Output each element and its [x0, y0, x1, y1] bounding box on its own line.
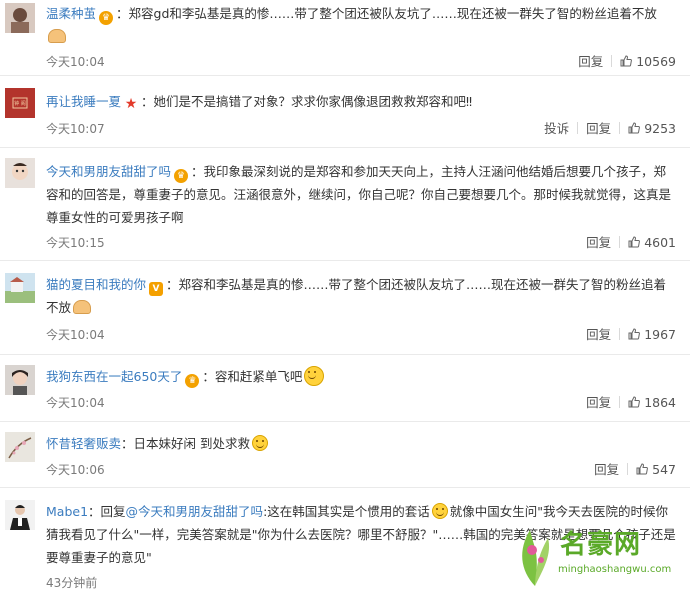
smile-emoji-icon — [304, 366, 325, 386]
comment-item: 我狗东西在一起650天了 ♛ ：容和赶紧单飞吧 今天10:04 回复 1864 — [0, 355, 690, 422]
thumbs-up-icon — [620, 55, 633, 67]
comment-actions: 投诉 回复 9253 — [536, 118, 676, 140]
avatar[interactable] — [5, 432, 35, 462]
avatar[interactable] — [5, 158, 35, 188]
comment-text: ：日本妹好闲 到处求救 — [121, 436, 250, 451]
smirk-emoji-icon — [431, 503, 448, 519]
comment-text-line: 猫的夏目和我的你 V ：郑容和李弘基是真的惨……带了整个团还被队友坑了……现在还被一… — [46, 273, 676, 319]
comment-meta: 今天10:15 回复 4601 — [46, 232, 676, 254]
reply-mention-link[interactable]: @今天和男朋友甜甜了吗 — [126, 504, 264, 519]
comment-text-line: 再让我睡一夏 ★ ：她们是不是搞错了对象？求求你家偶像退团救救郑容和吧‼ — [46, 90, 676, 113]
watermark-title: 名豪网 — [560, 530, 642, 560]
pray-emoji-icon — [73, 300, 92, 314]
thumbs-up-icon — [628, 122, 641, 134]
like-count: 1967 — [644, 327, 676, 342]
reply-button[interactable]: 回复 — [578, 395, 619, 410]
username-link[interactable]: 我狗东西在一起650天了 — [46, 369, 182, 384]
comment-item: 温柔种茧 ♛ ：郑容gd和李弘基是真的惨……带了整个团还被队友坑了……现在还被一群失… — [0, 0, 690, 76]
comment-item: 猫的夏目和我的你 V ：郑容和李弘基是真的惨……带了整个团还被队友坑了……现在还被一… — [0, 261, 690, 355]
comment-meta: 今天10:07 投诉 回复 9253 — [46, 118, 676, 140]
vip-crown-icon: ♛ — [185, 374, 200, 388]
avatar[interactable]: 钟 阁 — [5, 88, 35, 118]
comment-actions: 回复 1864 — [578, 392, 676, 414]
comment-meta: 今天10:06 回复 547 — [46, 459, 676, 481]
comment-actions: 回复 547 — [586, 459, 676, 481]
thumbs-up-icon — [636, 463, 649, 475]
comment-item: 怀昔轻奢贩卖：日本妹好闲 到处求救 今天10:06 回复 547 — [0, 422, 690, 488]
comment-meta: 今天10:04 回复 1967 — [46, 324, 676, 346]
comment-time: 今天10:04 — [46, 396, 105, 410]
comment-actions: 回复 1967 — [578, 324, 676, 346]
like-count: 9253 — [644, 121, 676, 136]
username-link[interactable]: 温柔种茧 — [46, 6, 96, 21]
comment-text: ：郑容gd和李弘基是真的惨……带了整个团还被队友坑了……现在还被一群失了智的粉丝… — [116, 6, 657, 21]
reply-button[interactable]: 回复 — [586, 462, 627, 477]
comment-time: 今天10:07 — [46, 122, 105, 136]
comment-time: 43分钟前 — [46, 576, 98, 590]
like-button[interactable]: 1967 — [620, 327, 676, 342]
comment-item: 钟 阁 再让我睡一夏 ★ ：她们是不是搞错了对象？求求你家偶像退团救救郑容和吧‼ 今… — [0, 76, 690, 148]
like-button[interactable]: 9253 — [620, 121, 676, 136]
username-link[interactable]: 猫的夏目和我的你 — [46, 277, 146, 292]
like-button[interactable]: 10569 — [612, 54, 676, 69]
pray-emoji-icon — [48, 29, 66, 43]
watermark-url: minghaoshangwu.com — [558, 564, 672, 575]
thumbs-up-icon — [628, 236, 641, 248]
comment-text-line: 温柔种茧 ♛ ：郑容gd和李弘基是真的惨……带了整个团还被队友坑了……现在还被一群失… — [46, 2, 676, 48]
report-button[interactable]: 投诉 — [536, 121, 577, 136]
thumbs-up-icon — [628, 328, 641, 340]
like-button[interactable]: 547 — [628, 462, 676, 477]
like-button[interactable]: 4601 — [620, 235, 676, 250]
comment-text-line: 我狗东西在一起650天了 ♛ ：容和赶紧单飞吧 — [46, 365, 676, 388]
comment-meta: 今天10:04 回复 1864 — [46, 392, 676, 414]
comment-text: :这在韩国其实是个惯用的套话 — [263, 504, 430, 519]
vip-crown-icon: ♛ — [99, 11, 114, 25]
verified-v-icon: V — [149, 282, 164, 296]
comment-text-line: 怀昔轻奢贩卖：日本妹好闲 到处求救 — [46, 432, 676, 455]
like-count: 10569 — [636, 54, 676, 69]
comment-actions: 回复 10569 — [570, 51, 676, 73]
avatar[interactable] — [5, 3, 35, 33]
avatar[interactable] — [5, 500, 35, 530]
comment-time: 今天10:15 — [46, 236, 105, 250]
avatar[interactable] — [5, 273, 35, 303]
reply-button[interactable]: 回复 — [578, 327, 619, 342]
comment-item: 今天和男朋友甜甜了吗 ♛ ：我印象最深刻说的是郑容和参加天天向上，主持人汪涵问他结婚… — [0, 148, 690, 261]
star-badge-icon: ★ — [124, 96, 138, 112]
reply-button[interactable]: 回复 — [578, 121, 619, 136]
watermark-leaf-icon — [522, 530, 550, 586]
like-button[interactable]: 1864 — [620, 395, 676, 410]
comment-text-line: 今天和男朋友甜甜了吗 ♛ ：我印象最深刻说的是郑容和参加天天向上，主持人汪涵问他结婚… — [46, 160, 676, 229]
comment-text: ：容和赶紧单飞吧 — [202, 369, 303, 384]
svg-text:钟 阁: 钟 阁 — [14, 100, 26, 107]
like-count: 4601 — [644, 235, 676, 250]
like-count: 547 — [652, 462, 676, 477]
reply-button[interactable]: 回复 — [578, 235, 619, 250]
reply-button[interactable]: 回复 — [570, 54, 611, 69]
like-count: 1864 — [644, 395, 676, 410]
username-link[interactable]: 怀昔轻奢贩卖 — [46, 436, 121, 451]
site-watermark: 名豪网 minghaoshangwu.com — [508, 514, 690, 594]
username-link[interactable]: 再让我睡一夏 — [46, 94, 121, 109]
comment-actions: 回复 4601 — [578, 232, 676, 254]
username-link[interactable]: 今天和男朋友甜甜了吗 — [46, 164, 171, 179]
username-link[interactable]: Mabe1 — [46, 504, 88, 519]
rescue-emoji-icon — [252, 435, 268, 451]
comment-meta: 今天10:04 回复 10569 — [46, 51, 676, 73]
comment-time: 今天10:04 — [46, 328, 105, 342]
avatar[interactable] — [5, 365, 35, 395]
comment-time: 今天10:04 — [46, 55, 105, 69]
comment-text: ：她们是不是搞错了对象？求求你家偶像退团救救郑容和吧‼ — [141, 94, 473, 109]
thumbs-up-icon — [628, 396, 641, 408]
comment-text-prefix: ：回复 — [88, 504, 126, 519]
comment-time: 今天10:06 — [46, 463, 105, 477]
vip-crown-icon: ♛ — [174, 169, 189, 183]
